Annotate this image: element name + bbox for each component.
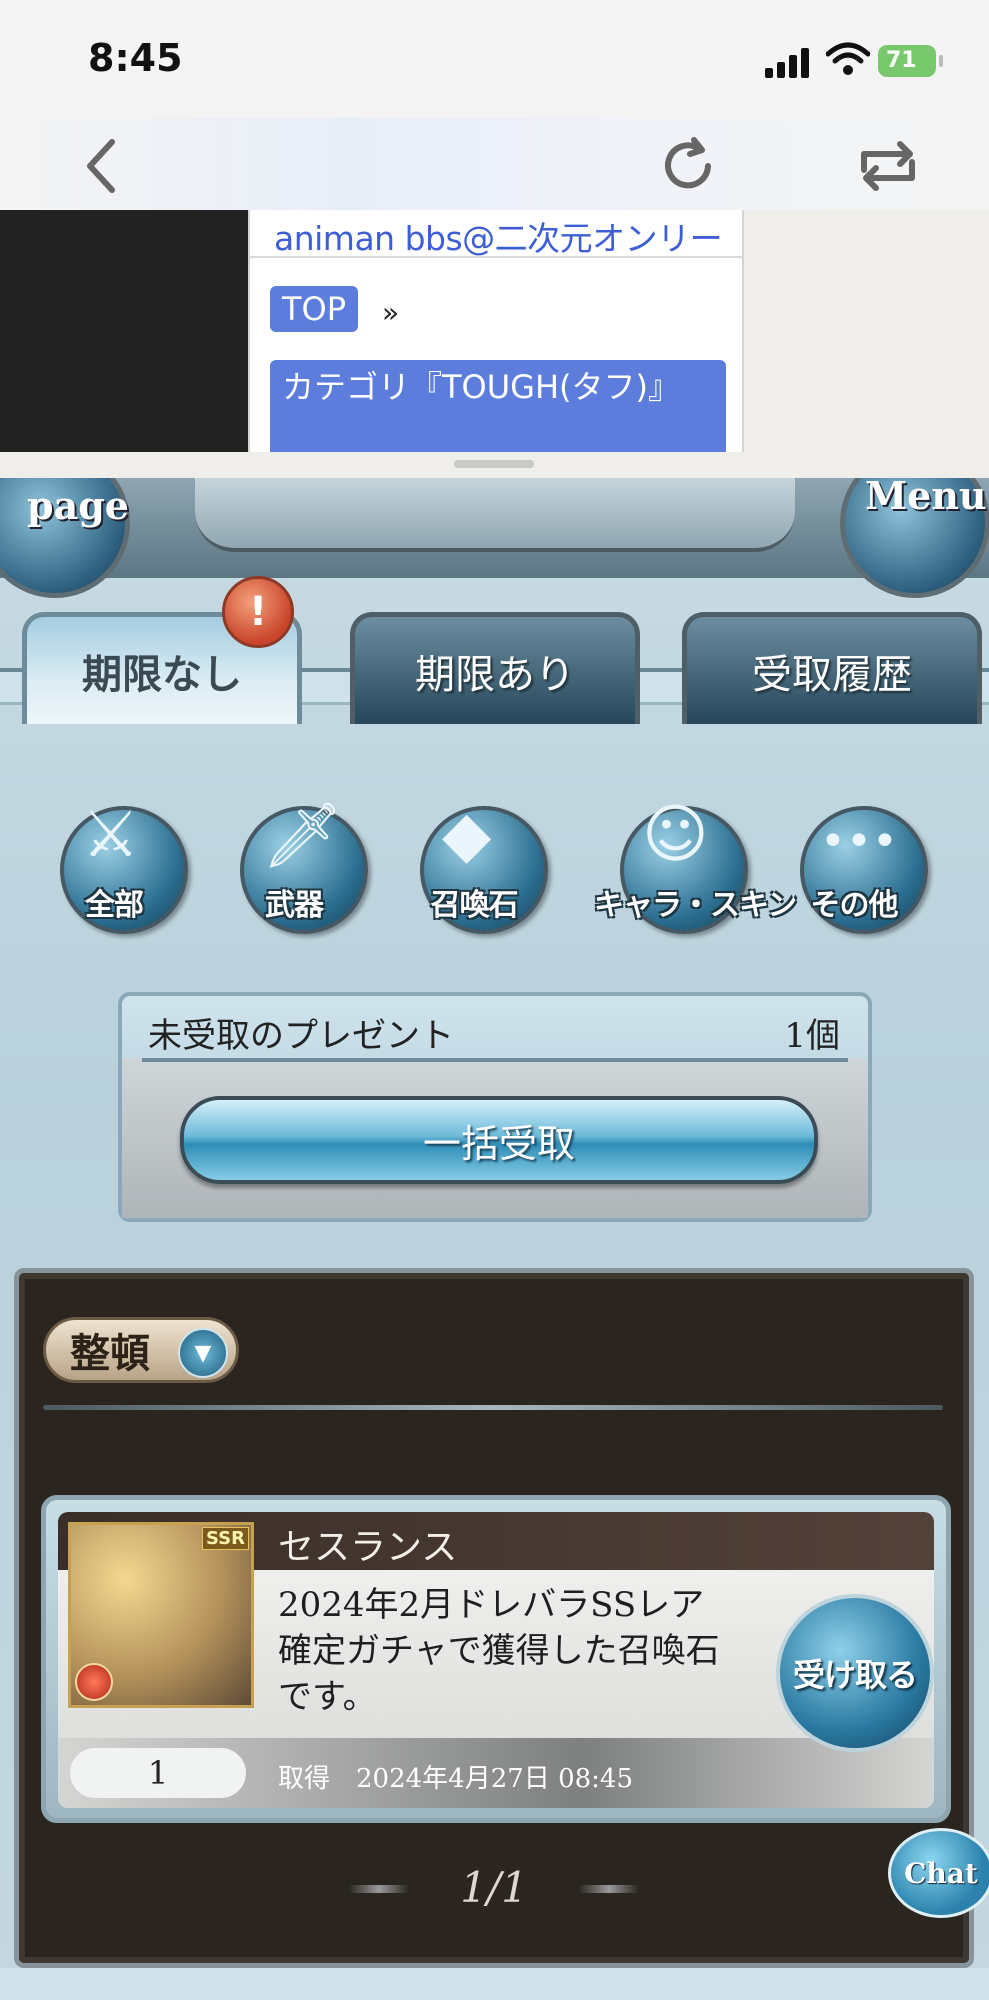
item-name: セスランス bbox=[278, 1527, 458, 1568]
filter-summon-button[interactable]: ◆ 召喚石 bbox=[402, 788, 548, 934]
reload-button[interactable] bbox=[656, 134, 720, 198]
breadcrumb-category-link[interactable]: カテゴリ『TOUGH(タフ)』 bbox=[270, 360, 726, 452]
unclaimed-label: 未受取のプレゼント bbox=[148, 1016, 454, 1056]
menu-button[interactable]: Menu bbox=[840, 478, 989, 598]
receive-button[interactable]: 受け取る bbox=[776, 1594, 934, 1752]
repost-icon bbox=[861, 141, 915, 191]
item-thumbnail[interactable]: SSR bbox=[68, 1522, 254, 1708]
tab-label: 受取履歴 bbox=[752, 651, 912, 698]
filter-label: 全部 bbox=[85, 888, 144, 923]
pager-next-ornament bbox=[579, 1885, 639, 1893]
repost-button[interactable] bbox=[856, 134, 920, 198]
present-item-inner: セスランス SSR 2024年2月ドレバラSSレア確定ガチャで獲得した召喚石です… bbox=[58, 1512, 934, 1808]
chevron-down-icon: ▼ bbox=[178, 1328, 228, 1378]
header-title-plate bbox=[195, 478, 795, 552]
filter-other-button[interactable]: ••• その他 bbox=[782, 788, 928, 934]
character-icon: ☺ bbox=[642, 798, 709, 872]
tab-label: 期限なし bbox=[82, 651, 242, 698]
alert-badge-icon: ! bbox=[222, 576, 294, 648]
mypage-label: page bbox=[27, 483, 129, 528]
divider bbox=[250, 256, 742, 258]
pager: 1/1 bbox=[460, 1863, 528, 1912]
status-bar: 8:45 71 bbox=[0, 0, 989, 118]
site-title-link[interactable]: animan bbs@二次元オンリー bbox=[274, 212, 723, 260]
web-preview-content: animan bbs@二次元オンリー TOP » カテゴリ『TOUGH(タフ)』 bbox=[248, 210, 744, 452]
chat-button[interactable]: Chat bbox=[888, 1828, 989, 1918]
filter-weapon-button[interactable]: 🗡 武器 bbox=[222, 788, 368, 934]
tab-history[interactable]: 受取履歴 bbox=[682, 612, 982, 724]
all-items-icon: ⚔ bbox=[82, 798, 140, 872]
filter-label: 召喚石 bbox=[430, 888, 519, 923]
filter-label: キャラ・スキン bbox=[594, 888, 797, 923]
game-present-screen: page Menu 期限なし 期限あり 受取履歴 ! ⚔ 全部 🗡 武器 ◆ 召… bbox=[0, 478, 989, 2000]
chevron-left-icon bbox=[87, 139, 115, 193]
battery-indicator: 71 bbox=[878, 45, 943, 77]
breadcrumb-top-link[interactable]: TOP bbox=[270, 286, 359, 332]
claim-all-button[interactable]: 一括受取 bbox=[180, 1096, 818, 1184]
present-summary-box: 未受取のプレゼント 1個 一括受取 bbox=[118, 992, 872, 1222]
back-button[interactable] bbox=[70, 134, 134, 198]
status-time: 8:45 bbox=[88, 36, 183, 80]
item-quantity: 1 bbox=[70, 1748, 246, 1798]
present-list-panel: 整頓 ▼ セスランス SSR 2024年2月ドレバラSSレア確定ガチャで獲得した… bbox=[14, 1268, 974, 1968]
filter-all-button[interactable]: ⚔ 全部 bbox=[42, 788, 188, 934]
breadcrumb-separator: » bbox=[382, 296, 400, 329]
reload-icon bbox=[665, 137, 711, 189]
sword-icon: 🗡 bbox=[262, 799, 344, 873]
item-description: 2024年2月ドレバラSSレア確定ガチャで獲得した召喚石です。 bbox=[278, 1585, 720, 1717]
acquired-date: 2024年4月27日 08:45 bbox=[356, 1764, 634, 1794]
bottom-strip bbox=[0, 1968, 989, 2000]
cellular-signal-icon bbox=[765, 46, 811, 78]
present-item-card: セスランス SSR 2024年2月ドレバラSSレア確定ガチャで獲得した召喚石です… bbox=[41, 1495, 951, 1823]
tab-with-expiry[interactable]: 期限あり bbox=[350, 612, 640, 724]
crystal-icon: ◆ bbox=[442, 798, 492, 872]
filter-character-button[interactable]: ☺ キャラ・スキン bbox=[594, 788, 797, 934]
filter-label: 武器 bbox=[265, 888, 324, 923]
fire-element-icon bbox=[75, 1663, 113, 1701]
battery-level: 71 bbox=[886, 48, 917, 73]
acquired-label: 取得 bbox=[278, 1764, 331, 1794]
web-preview-sidebar bbox=[0, 210, 248, 452]
item-acquired-info: 取得 2024年4月27日 08:45 bbox=[278, 1758, 633, 1795]
filter-label: その他 bbox=[810, 888, 899, 923]
sort-button[interactable]: 整頓 ▼ bbox=[43, 1317, 239, 1383]
web-page-preview: animan bbs@二次元オンリー TOP » カテゴリ『TOUGH(タフ)』 bbox=[0, 210, 989, 452]
menu-label: Menu bbox=[865, 478, 987, 518]
mypage-button[interactable]: page bbox=[0, 478, 130, 598]
rarity-badge: SSR bbox=[202, 1527, 249, 1550]
unclaimed-count: 1個 bbox=[784, 1016, 840, 1056]
divider bbox=[142, 1058, 848, 1062]
wifi-icon bbox=[826, 42, 870, 75]
divider bbox=[43, 1405, 943, 1410]
tab-label: 期限あり bbox=[415, 651, 575, 698]
drag-handle[interactable] bbox=[454, 460, 534, 468]
more-icon: ••• bbox=[820, 816, 898, 867]
sort-label: 整頓 bbox=[70, 1331, 150, 1377]
browser-toolbar bbox=[0, 118, 989, 210]
